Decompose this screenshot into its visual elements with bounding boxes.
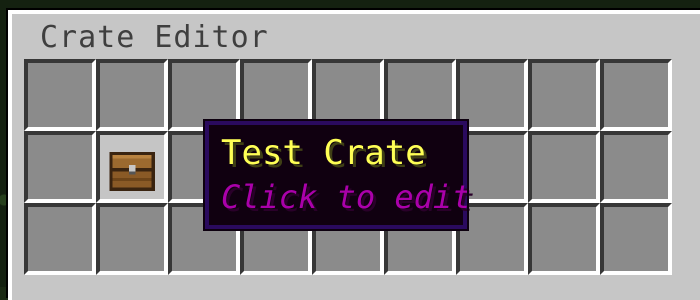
inventory-slot[interactable] [24,59,96,131]
inventory-slot[interactable] [96,203,168,275]
inventory-slot[interactable] [600,59,672,131]
inventory-slot[interactable] [528,59,600,131]
tooltip-item-name: Test Crate [221,133,426,173]
inventory-slot[interactable] [528,131,600,203]
inventory-slot[interactable] [96,59,168,131]
inventory-slot[interactable] [600,203,672,275]
chest-icon [109,151,155,191]
window-title: Crate Editor [40,20,269,55]
item-tooltip: Test Crate Click to edit [203,119,472,231]
crate-item-slot[interactable] [96,131,168,203]
inventory-slot[interactable] [528,203,600,275]
tooltip-item-lore: Click to edit [221,178,472,216]
inventory-slot[interactable] [24,131,96,203]
inventory-slot[interactable] [24,203,96,275]
inventory-slot[interactable] [600,131,672,203]
